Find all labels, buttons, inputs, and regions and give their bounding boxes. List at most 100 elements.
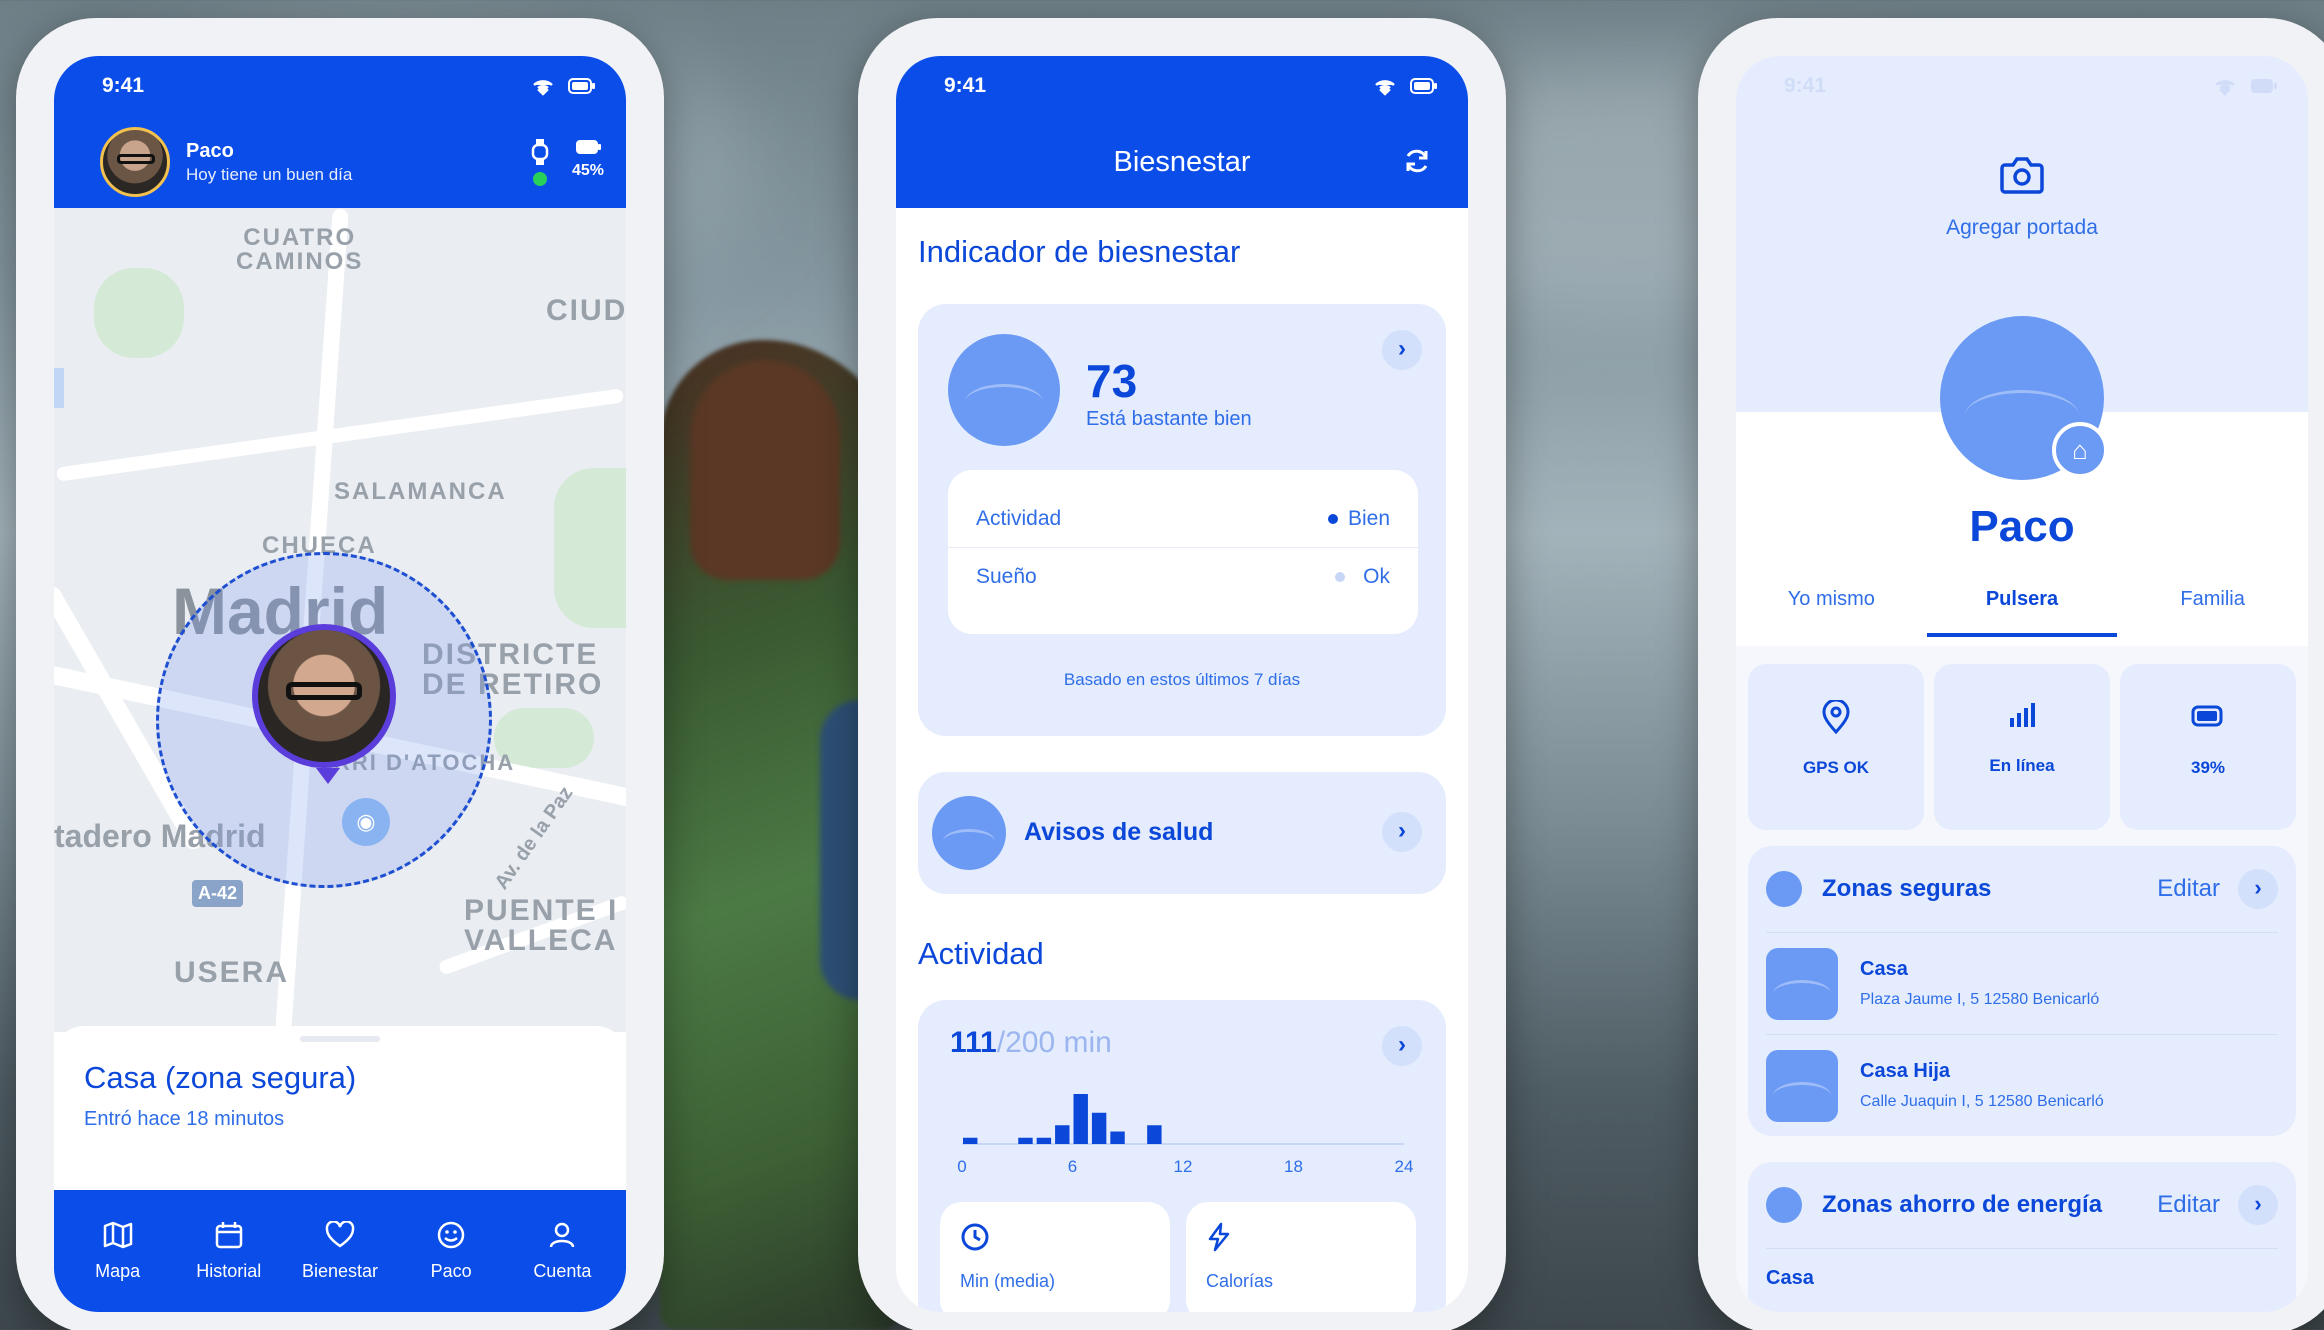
wellbeing-score-card[interactable]: › 73 Está bastante bien Actividad Bien S… [918, 304, 1446, 736]
lightning-icon [1208, 1222, 1230, 1252]
activity-target: /200 min [996, 1026, 1112, 1059]
activity-card[interactable]: › 111/200 min 0 6 12 18 24 Min (media) Calor… [918, 1000, 1446, 1312]
wifi-icon [1375, 80, 1395, 96]
health-illustration [932, 796, 1006, 870]
chevron-right-icon[interactable]: › [1382, 330, 1422, 370]
tab-pulsera[interactable]: Pulsera [1926, 588, 2117, 637]
energy-zone-first[interactable]: Casa [1766, 1248, 2278, 1290]
chevron-right-icon[interactable]: › [2238, 869, 2278, 909]
refresh-icon[interactable] [1402, 146, 1432, 176]
phone-profile: 9:41 Agregar portada ⌂ Paco Yo mismo Pul… [1698, 18, 2324, 1330]
signal-icon [2010, 703, 2035, 727]
energy-zones-edit-button[interactable]: Editar [2157, 1191, 2220, 1219]
wellbeing-score: 73 [1086, 355, 1138, 407]
background-person-hair [690, 360, 840, 580]
battery-status-tile[interactable]: 39% [2120, 664, 2296, 830]
map-road [55, 388, 625, 482]
status-time: 9:41 [1784, 74, 1827, 97]
user-avatar[interactable] [100, 127, 170, 197]
activity-minutes: 111 [950, 1026, 997, 1059]
tab-familia[interactable]: Familia [2118, 588, 2308, 637]
tile-label: En línea [1989, 756, 2055, 775]
tab-bienestar[interactable]: Bienestar [286, 1220, 394, 1282]
tab-historial[interactable]: Historial [175, 1221, 283, 1282]
tile-label: GPS OK [1802, 758, 1870, 777]
wifi-icon [533, 80, 553, 96]
zone-address: Plaza Jaume I, 5 12580 Benicarló [1860, 991, 2100, 1008]
map-label-cuatro-caminos: CUATRO CAMINOS [236, 224, 364, 275]
chart-tick-label: 0 [957, 1157, 966, 1176]
zone-name: Casa Hija [1860, 1060, 1951, 1082]
chart-tick-label: 24 [1395, 1157, 1414, 1176]
safe-zone-item[interactable]: Casa Hija Calle Juaquin I, 5 12580 Benic… [1766, 1034, 2278, 1136]
energy-zones-card: Zonas ahorro de energía Editar › Casa [1748, 1162, 2296, 1312]
metric-value: Ok [1363, 565, 1390, 588]
wellbeing-content: Indicador de biesnestar › 73 Está bastan… [896, 208, 1468, 1312]
map-park [94, 268, 184, 358]
health-alerts-label: Avisos de salud [1024, 818, 1214, 846]
smiley-icon [437, 1221, 465, 1248]
tab-yo-mismo[interactable]: Yo mismo [1736, 588, 1926, 637]
tab-label: Mapa [95, 1260, 141, 1281]
status-bar: 9:41 [1736, 56, 2308, 116]
minutes-average-card[interactable]: Min (media) [940, 1202, 1170, 1312]
camera-pin-icon[interactable]: ◉ [342, 798, 390, 846]
phone-map-screen: 9:41 Paco Hoy tiene un buen día 45% CUAT… [54, 56, 626, 1312]
page-title: Biesnestar [1113, 145, 1251, 178]
location-sheet[interactable]: Casa (zona segura) Entró hace 18 minutos [54, 1026, 626, 1176]
gps-status-tile[interactable]: GPS OK [1748, 664, 1924, 830]
map-label-av-paz: Av. de la Paz [490, 782, 578, 894]
highway-badge: A-42 [192, 880, 244, 907]
metrics-list: Actividad Bien Sueño Ok [948, 470, 1418, 634]
chevron-right-icon[interactable]: › [1382, 1026, 1422, 1066]
battery-icon [1410, 78, 1437, 94]
tab-label: Cuenta [533, 1260, 592, 1281]
connection-status-tile[interactable]: En línea [1934, 664, 2110, 830]
location-title: Casa (zona segura) [84, 1060, 357, 1095]
tab-cuenta[interactable]: Cuenta [508, 1221, 616, 1282]
minicard-label: Calorías [1206, 1271, 1274, 1291]
map-park [554, 468, 626, 628]
avatar-camera-icon[interactable]: ⌂ [2052, 422, 2108, 478]
metric-row-activity: Actividad Bien [948, 490, 1418, 548]
add-cover-button[interactable]: Agregar portada [1736, 152, 2308, 240]
calendar-icon [215, 1221, 243, 1248]
status-time: 9:41 [944, 74, 987, 97]
tab-paco[interactable]: Paco [397, 1221, 505, 1282]
activity-title: Actividad [918, 936, 1044, 971]
energy-zones-title: Zonas ahorro de energía [1822, 1191, 2103, 1218]
safe-zones-edit-button[interactable]: Editar [2157, 875, 2220, 903]
map-label-salamanca: SALAMANCA [334, 478, 507, 505]
map-view[interactable]: CUATRO CAMINOS CIUD SALAMANCA CHUECA Mad… [54, 208, 626, 1032]
add-cover-label: Agregar portada [1946, 216, 2098, 239]
wellbeing-score-text: Está bastante bien [1086, 408, 1252, 430]
chevron-right-icon[interactable]: › [2238, 1185, 2278, 1225]
battery-icon [575, 140, 601, 154]
map-label-vallecas: PUENTE I VALLECA [464, 894, 619, 957]
metric-label: Actividad [976, 506, 1062, 530]
location-pin-icon [1822, 700, 1850, 734]
minicard-label: Min (media) [960, 1271, 1056, 1291]
chart-bar [1147, 1125, 1162, 1144]
zone-thumbnail [1766, 1049, 1838, 1122]
chart-tick-label: 12 [1174, 1157, 1193, 1176]
map-label-usera: USERA [174, 956, 290, 989]
profile-tabs: Yo mismo Pulsera Familia [1736, 588, 2308, 637]
user-name: Paco [186, 139, 234, 162]
score-illustration [948, 334, 1060, 446]
safe-zone-item[interactable]: Casa Plaza Jaume I, 5 12580 Benicarló [1766, 932, 2278, 1034]
chart-bar [1110, 1131, 1125, 1144]
user-header[interactable]: Paco Hoy tiene un buen día 45% [54, 116, 626, 208]
chevron-right-icon[interactable]: › [1382, 812, 1422, 852]
sheet-handle[interactable] [300, 1036, 380, 1042]
battery-icon [2251, 79, 2277, 93]
profile-name: Paco [1969, 502, 2075, 551]
tab-mapa[interactable]: Mapa [64, 1221, 172, 1282]
safe-zones-icon [1766, 871, 1802, 907]
health-alerts-card[interactable]: Avisos de salud › [918, 772, 1446, 894]
safe-zones-title: Zonas seguras [1822, 875, 1992, 902]
tab-label: Bienestar [301, 1260, 378, 1281]
chart-bar [1055, 1125, 1070, 1144]
calories-card[interactable]: Calorías [1186, 1202, 1416, 1312]
user-location-avatar[interactable] [252, 624, 396, 768]
